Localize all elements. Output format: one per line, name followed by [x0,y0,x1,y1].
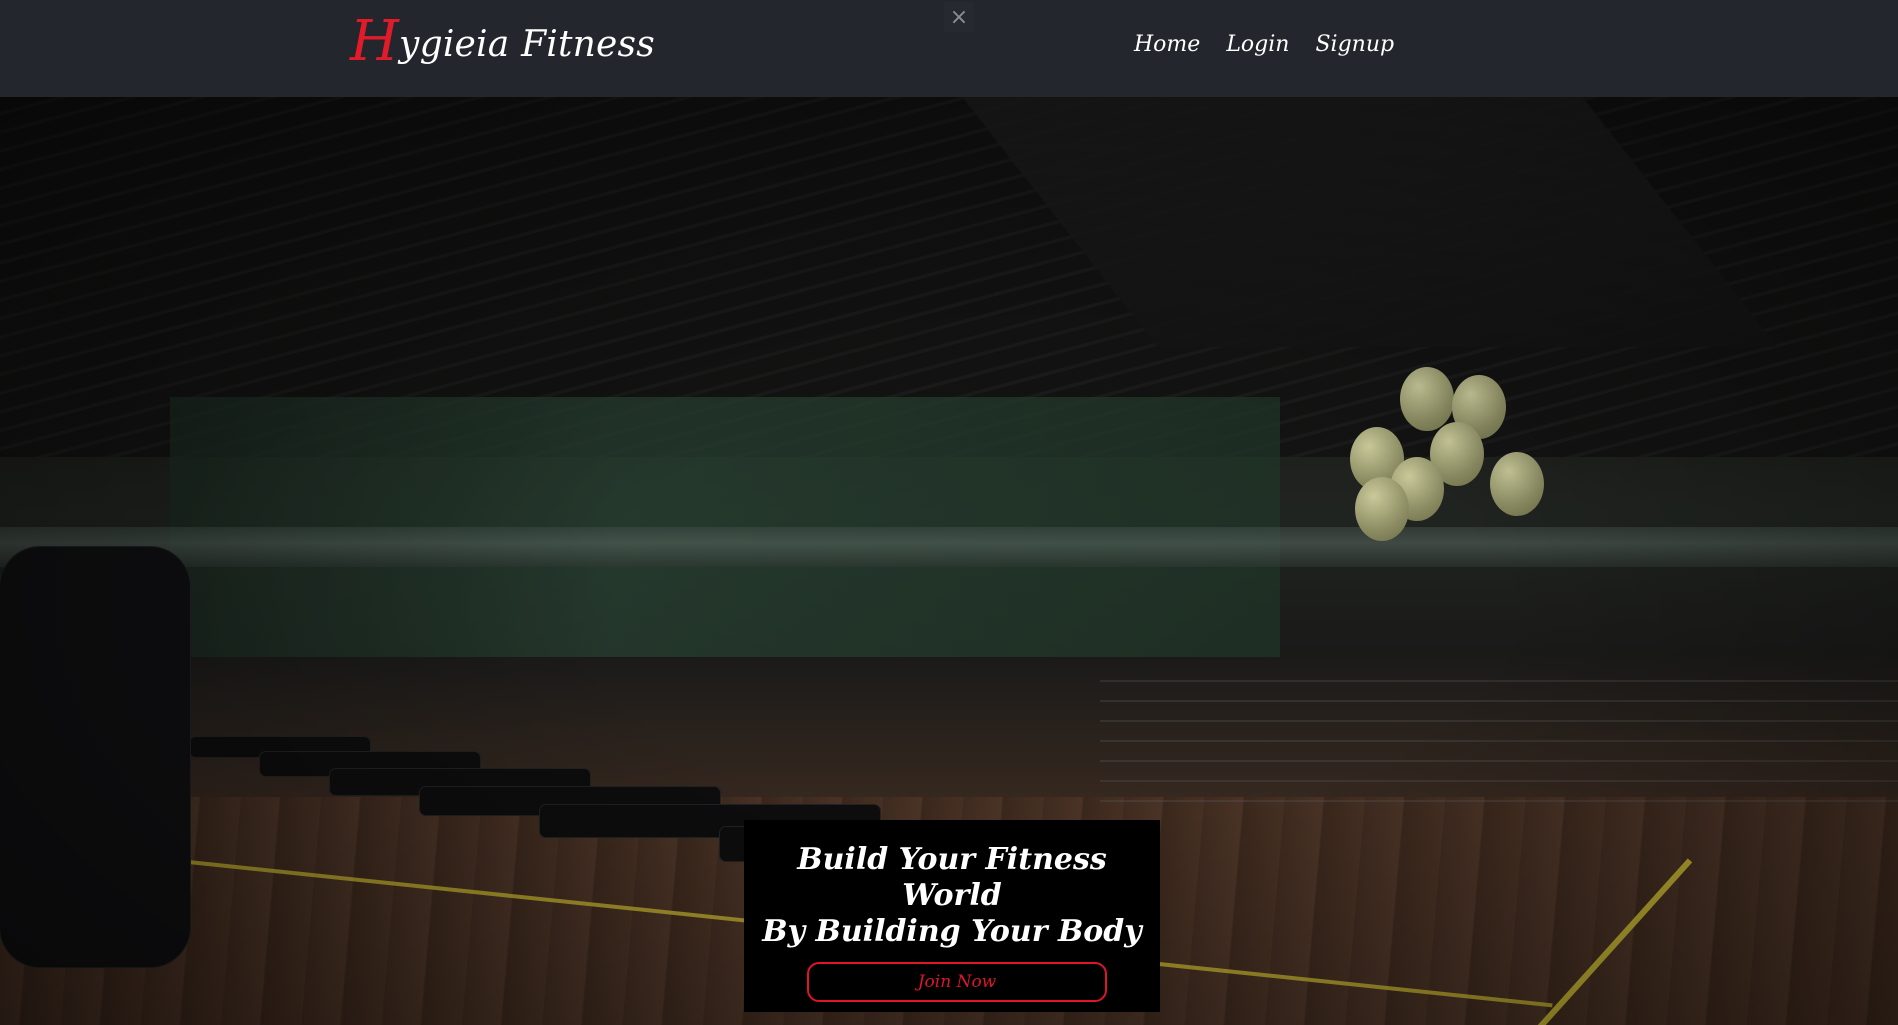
join-now-button[interactable]: Join Now [807,962,1107,1002]
brand-logo[interactable]: Hygieia Fitness [350,14,655,70]
nav-item-signup: Signup [1315,32,1394,57]
close-icon[interactable]: × [944,2,974,32]
hero-heading: Build Your Fitness World By Building You… [744,842,1160,950]
nav-menu: Home Login Signup [1134,32,1394,57]
nav-link-home[interactable]: Home [1134,32,1200,57]
hero-heading-line1: Build Your Fitness World [797,842,1107,913]
nav-item-login: Login [1226,32,1289,57]
hero-cta-box: Build Your Fitness World By Building You… [744,820,1160,1012]
nav-item-home: Home [1134,32,1200,57]
hero-heading-line2: By Building Your Body [762,914,1142,949]
navbar: Hygieia Fitness × Home Login Signup [0,0,1898,97]
nav-link-login[interactable]: Login [1226,32,1289,57]
brand-name: ygieia Fitness [399,24,655,65]
nav-link-signup[interactable]: Signup [1315,32,1394,57]
brand-initial: H [350,9,400,74]
